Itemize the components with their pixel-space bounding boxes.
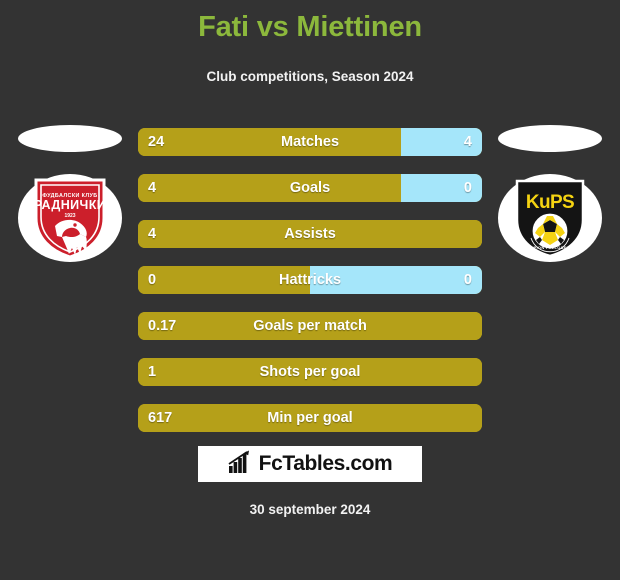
home-team-badge[interactable]: ФУДБАЛСКИ КЛУБ РАДНИЧКИ 1923	[18, 174, 122, 262]
stat-row-matches: 24 Matches 4	[138, 128, 482, 156]
stat-row-goals-per-match: 0.17 Goals per match	[138, 312, 482, 340]
svg-text:1923: 1923	[64, 213, 75, 219]
page-title: Fati vs Miettinen	[198, 11, 422, 43]
home-team-badge-area: ФУДБАЛСКИ КЛУБ РАДНИЧКИ 1923	[0, 118, 140, 288]
stat-row-min-per-goal: 617 Min per goal	[138, 404, 482, 432]
stat-label: Goals per match	[253, 318, 367, 334]
stat-label: Hattricks	[278, 272, 342, 288]
decorative-ellipse-top-left	[18, 125, 122, 152]
away-team-badge-area: KuPS KUOPION PALLOSEURA	[480, 118, 620, 288]
decorative-ellipse-top-right	[498, 125, 602, 152]
page-subtitle: Club competitions, Season 2024	[206, 69, 414, 84]
svg-text:KUOPION PALLOSEURA: KUOPION PALLOSEURA	[524, 245, 576, 250]
fctables-logo[interactable]: FcTables.com	[198, 446, 422, 482]
stat-row-hattricks: 0 Hattricks 0	[138, 266, 482, 294]
away-team-badge[interactable]: KuPS KUOPION PALLOSEURA	[498, 174, 602, 262]
stat-label: Matches	[280, 134, 340, 150]
away-value: 0	[463, 272, 472, 288]
radnicki-crest-icon: ФУДБАЛСКИ КЛУБ РАДНИЧКИ 1923	[31, 176, 109, 260]
stat-label: Min per goal	[267, 410, 353, 426]
kups-crest-icon: KuPS KUOPION PALLOSEURA	[511, 176, 589, 260]
away-value: 4	[463, 134, 472, 150]
stat-comparison-list: 24 Matches 4 4 Goals 0 4 Assists 0 Hattr…	[138, 128, 482, 450]
stat-label: Goals	[289, 180, 331, 196]
bar-chart-arrow-icon	[228, 450, 253, 479]
stat-row-assists: 4 Assists	[138, 220, 482, 248]
stat-row-goals: 4 Goals 0	[138, 174, 482, 202]
stat-label: Assists	[284, 226, 336, 242]
svg-text:РАДНИЧКИ: РАДНИЧКИ	[34, 198, 106, 212]
stat-label: Shots per goal	[259, 364, 361, 380]
page-header: Fati vs Miettinen Club competitions, Sea…	[0, 0, 620, 85]
svg-text:KuPS: KuPS	[526, 192, 574, 213]
stat-row-shots-per-goal: 1 Shots per goal	[138, 358, 482, 386]
report-date: 30 september 2024	[249, 502, 371, 517]
fctables-logo-text: FcTables.com	[258, 452, 393, 475]
away-value: 0	[463, 180, 472, 196]
